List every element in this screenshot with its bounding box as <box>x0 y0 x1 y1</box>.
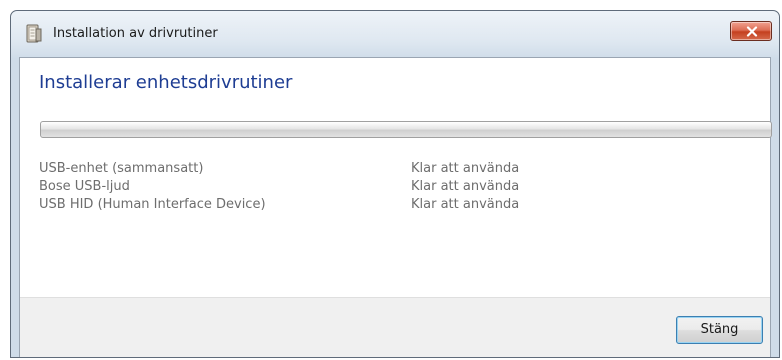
close-button[interactable]: Stäng <box>676 316 763 344</box>
driver-install-dialog: Installation av drivrutiner Installerar … <box>10 10 780 358</box>
window-title: Installation av drivrutiner <box>53 26 218 41</box>
device-status: Klar att använda <box>411 161 520 176</box>
device-row: USB-enhet (sammansatt) Klar att använda <box>39 161 599 179</box>
device-row: USB HID (Human Interface Device) Klar at… <box>39 197 599 215</box>
device-status: Klar att använda <box>411 197 520 212</box>
dialog-footer: Stäng <box>20 297 770 357</box>
dialog-content: Installerar enhetsdrivrutiner USB-enhet … <box>19 57 772 357</box>
device-row: Bose USB-ljud Klar att använda <box>39 179 599 197</box>
title-bar[interactable]: Installation av drivrutiner <box>11 11 779 57</box>
driver-install-icon <box>25 24 43 44</box>
device-list: USB-enhet (sammansatt) Klar att använda … <box>39 161 599 215</box>
install-progress-bar <box>40 121 772 138</box>
device-name: USB HID (Human Interface Device) <box>39 197 266 212</box>
window-close-button[interactable] <box>730 21 772 41</box>
device-name: USB-enhet (sammansatt) <box>39 161 204 176</box>
device-status: Klar att använda <box>411 179 520 194</box>
device-name: Bose USB-ljud <box>39 179 130 194</box>
page-heading: Installerar enhetsdrivrutiner <box>39 72 293 93</box>
